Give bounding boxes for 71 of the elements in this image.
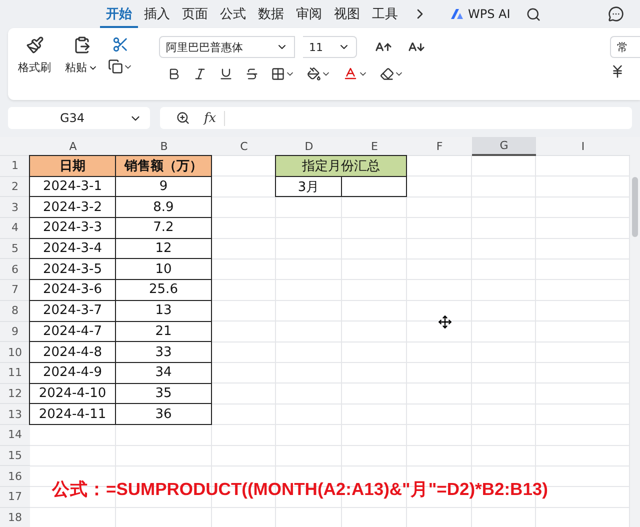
table-cell: 2024-4-7 — [29, 322, 116, 342]
ribbon-tab[interactable]: 插入 — [138, 0, 176, 28]
ribbon-tab[interactable]: 审阅 — [290, 0, 328, 28]
table-cell: 2024-4-10 — [29, 384, 116, 404]
ribbon-tab[interactable]: 数据 — [252, 0, 290, 28]
font-field[interactable]: 阿里巴巴普惠体 — [159, 36, 295, 58]
ribbon-tab[interactable]: 视图 — [328, 0, 366, 28]
column-header[interactable]: C — [212, 137, 276, 156]
name-box[interactable]: G34 — [8, 107, 150, 129]
row-number: 7 — [0, 280, 30, 301]
table-cell: 2024-3-5 — [29, 259, 116, 280]
ribbon-tab[interactable]: 页面 — [176, 0, 214, 28]
table-cell: 25.6 — [116, 280, 212, 301]
table-cell: 8.9 — [116, 197, 212, 218]
column-header[interactable]: B — [116, 137, 212, 156]
column-header[interactable]: E — [342, 137, 407, 156]
row-number: 14 — [0, 424, 30, 446]
table-cell: 2024-4-11 — [29, 404, 116, 425]
column-header[interactable]: F — [407, 137, 472, 156]
table-cell: 2024-3-7 — [29, 300, 116, 322]
ribbon-tab[interactable]: 工具 — [366, 0, 404, 28]
table-cell: 2024-3-6 — [29, 280, 116, 301]
formula-field[interactable]: fx — [160, 107, 632, 129]
column-header[interactable]: D — [276, 137, 342, 156]
table-cell: 21 — [116, 322, 212, 342]
row-number: 2 — [0, 176, 30, 198]
table-cell: 3月 — [275, 176, 342, 198]
table-cell: 7.2 — [116, 218, 212, 239]
table-cell: 2024-3-2 — [29, 197, 116, 218]
ai-button[interactable]: WPS AI — [450, 7, 510, 21]
table-cell: 12 — [116, 238, 212, 260]
header-cell: 日期 — [29, 155, 116, 177]
table-cell: 35 — [116, 384, 212, 404]
row-number: 3 — [0, 197, 30, 218]
row-number: 12 — [0, 384, 30, 404]
table-cell: 36 — [116, 404, 212, 425]
row-number: 17 — [0, 487, 30, 508]
header-cell: 销售额（万） — [116, 155, 212, 177]
row-number: 5 — [0, 238, 30, 260]
row-number: 11 — [0, 362, 30, 384]
column-header[interactable]: I — [536, 137, 630, 156]
table-cell: 2024-4-9 — [29, 362, 116, 384]
formula-note: 公式：=SUMPRODUCT((MONTH(A2:A13)&"月"=D2)*B2:B13) — [52, 478, 548, 501]
table-cell: 13 — [116, 300, 212, 322]
table-cell: 9 — [116, 176, 212, 198]
function-label[interactable]: fx — [204, 110, 226, 126]
table-cell: 33 — [116, 342, 212, 363]
row-number: 1 — [0, 156, 30, 177]
format-painter-label[interactable]: 格式刷 — [18, 60, 51, 75]
table-cell: 10 — [116, 259, 212, 280]
column-header[interactable]: G — [472, 137, 536, 156]
row-number: 16 — [0, 466, 30, 487]
table-cell: 34 — [116, 362, 212, 384]
row-number: 15 — [0, 446, 30, 466]
font-size-field[interactable]: 11 — [303, 36, 357, 58]
row-number: 8 — [0, 300, 30, 322]
table-cell: 2024-4-8 — [29, 342, 116, 363]
row-number: 9 — [0, 322, 30, 342]
row-number: 13 — [0, 404, 30, 425]
column-header[interactable]: A — [30, 137, 116, 156]
row-number: 4 — [0, 218, 30, 239]
paste-label[interactable]: 粘贴 — [65, 60, 87, 75]
table-cell: 2024-3-3 — [29, 218, 116, 239]
row-number: 6 — [0, 259, 30, 280]
table-cell: 2024-3-1 — [29, 176, 116, 198]
table-cell: 2024-3-4 — [29, 238, 116, 260]
ribbon-tab[interactable]: 公式 — [214, 0, 252, 28]
row-number: 10 — [0, 342, 30, 363]
row-number: 18 — [0, 508, 30, 527]
number-format-field[interactable]: 常 — [610, 36, 640, 58]
header-cell: 指定月份汇总 — [275, 155, 407, 177]
